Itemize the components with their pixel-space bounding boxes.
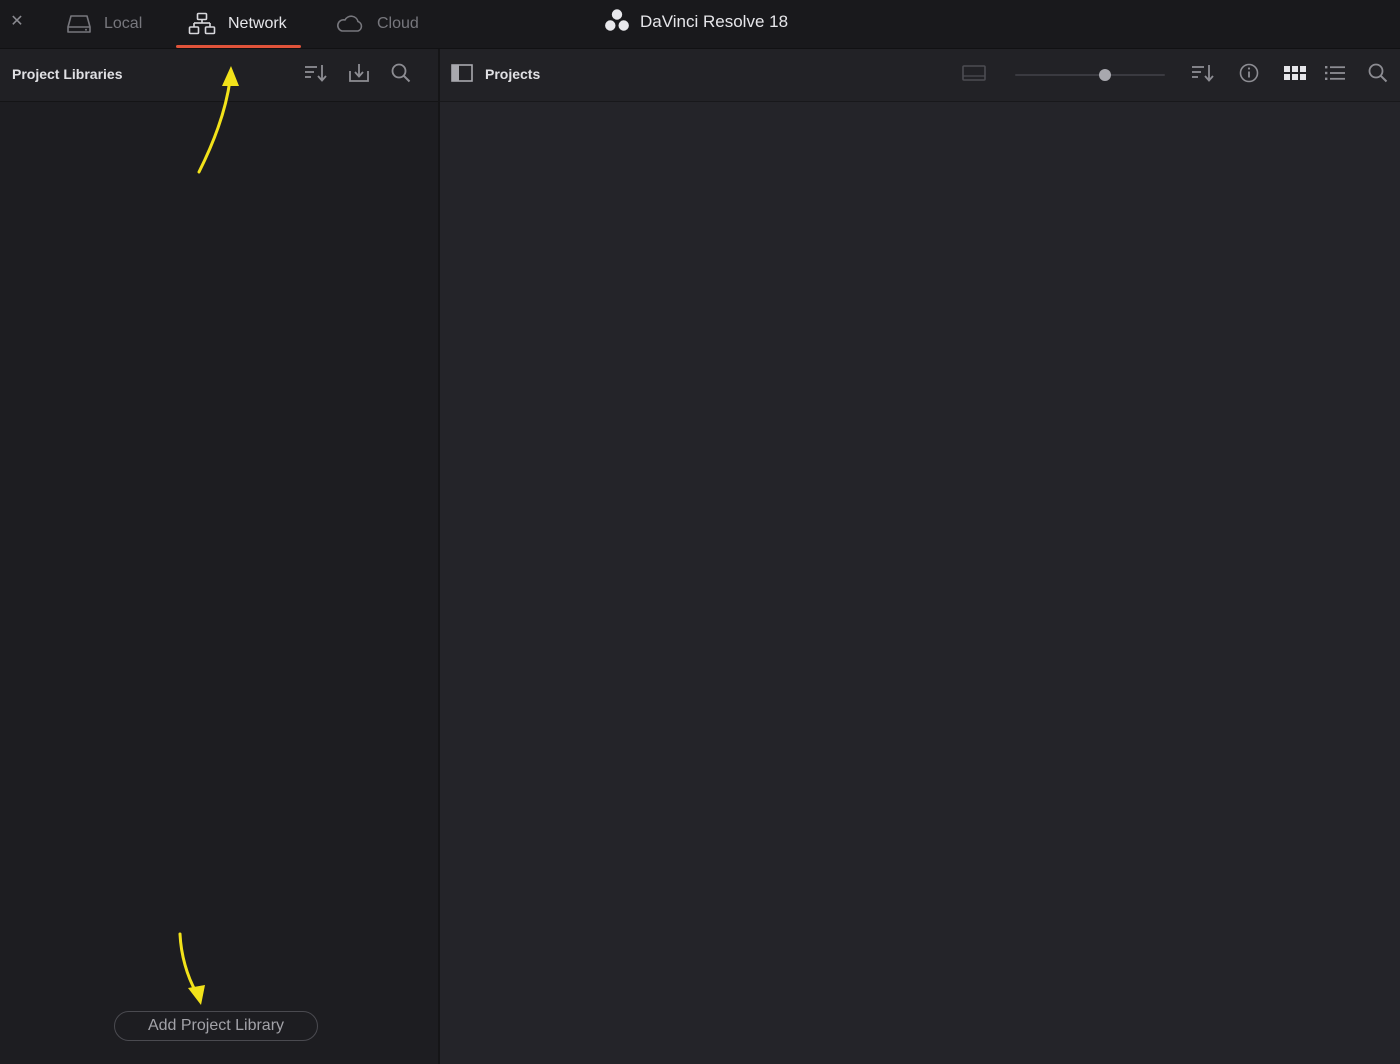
import-icon (347, 62, 371, 89)
project-libraries-header: Project Libraries (0, 49, 438, 102)
grid-view-button[interactable] (1282, 63, 1308, 87)
sort-icon (1190, 63, 1216, 88)
tab-network[interactable]: Network (176, 0, 301, 48)
tab-label: Local (104, 15, 143, 32)
zoom-slider-thumb[interactable] (1099, 69, 1111, 81)
tab-local[interactable]: Local (66, 0, 142, 48)
search-icon (390, 62, 412, 89)
thumbnail-size-button[interactable] (961, 63, 987, 87)
close-icon: ✕ (10, 13, 24, 30)
grid-view-icon (1283, 64, 1307, 87)
list-view-icon (1323, 63, 1347, 88)
project-libraries-panel: Project Libraries Add Project Library (0, 49, 440, 1064)
sort-icon (303, 63, 329, 88)
panel-title: Project Libraries (12, 66, 123, 82)
app-window: ✕ Local Network Cloud DaVinci Resolve 18… (0, 0, 1400, 1064)
add-project-library-button[interactable]: Add Project Library (114, 1011, 318, 1041)
info-icon (1238, 62, 1260, 89)
window-title: DaVinci Resolve 18 (640, 12, 789, 31)
projects-panel: Projects (440, 49, 1400, 1064)
search-button[interactable] (388, 63, 414, 87)
projects-header: Projects (440, 49, 1400, 102)
search-icon (1367, 62, 1389, 89)
top-bar: ✕ Local Network Cloud DaVinci Resolve 18 (0, 0, 1400, 49)
network-icon (188, 12, 216, 36)
tab-label: Network (228, 15, 287, 32)
app-title: DaVinci Resolve 18 (604, 0, 788, 44)
thumbnail-size-icon (961, 63, 987, 88)
info-button[interactable] (1236, 63, 1262, 87)
panel-title: Projects (485, 66, 541, 82)
sidebar-toggle-icon (450, 63, 474, 88)
tab-cloud[interactable]: Cloud (335, 0, 419, 48)
list-view-button[interactable] (1322, 63, 1348, 87)
sort-button[interactable] (303, 63, 329, 87)
sort-button[interactable] (1190, 63, 1216, 87)
tab-label: Cloud (377, 15, 419, 32)
close-button[interactable]: ✕ (6, 10, 28, 32)
hard-drive-icon (66, 13, 92, 35)
zoom-slider[interactable] (1015, 69, 1165, 81)
search-button[interactable] (1365, 63, 1391, 87)
active-tab-indicator (176, 45, 301, 48)
davinci-logo-icon (604, 8, 630, 37)
import-button[interactable] (346, 63, 372, 87)
cloud-icon (335, 13, 365, 35)
toggle-sidebar-button[interactable] (449, 63, 475, 87)
